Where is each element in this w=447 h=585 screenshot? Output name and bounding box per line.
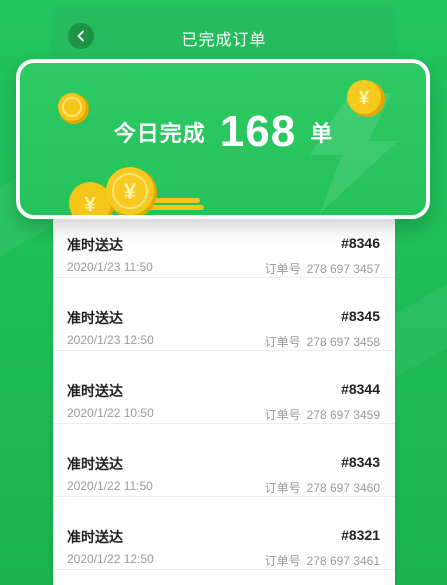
order-row[interactable]: 准时送达 #8343 2020/1/22 11:50 订单号 278 697 34…: [53, 424, 395, 497]
order-status: 准时送达: [67, 237, 123, 253]
summary-unit: 单: [310, 121, 333, 146]
order-number: 订单号 278 697 3460: [265, 479, 380, 496]
order-code: #8343: [341, 454, 380, 470]
order-code: #8345: [341, 308, 380, 324]
order-number-label: 订单号: [264, 481, 301, 495]
order-time: 2020/1/22 12:50: [67, 552, 154, 566]
page-title: 已完成订单: [181, 32, 267, 49]
order-list[interactable]: 准时送达 #8346 2020/1/23 11:50 订单号 278 697 34…: [53, 205, 395, 585]
completed-count: 168: [219, 107, 297, 156]
order-status: 准时送达: [67, 310, 123, 326]
order-row[interactable]: 准时送达 #8344 2020/1/22 10:50 订单号 278 697 34…: [53, 351, 395, 424]
summary-label: 今日完成: [113, 121, 206, 146]
order-status: 准时送达: [67, 383, 123, 399]
order-row[interactable]: 准时送达 #8345 2020/1/23 12:50 订单号 278 697 34…: [53, 278, 395, 351]
order-time: 2020/1/22 11:50: [67, 479, 153, 493]
order-number-value: 278 697 3457: [306, 262, 380, 276]
order-time: 2020/1/23 12:50: [67, 333, 154, 347]
order-number-label: 订单号: [264, 408, 301, 422]
order-code: #8346: [341, 235, 380, 251]
order-number: 订单号 278 697 3461: [265, 552, 380, 569]
daily-summary-banner: ¥ ¥ ¥ 今日完成 168 单: [16, 59, 430, 219]
order-code: #8321: [341, 527, 380, 543]
order-number-value: 278 697 3459: [306, 408, 380, 422]
svg-text:¥: ¥: [359, 88, 370, 109]
svg-text:¥: ¥: [84, 194, 96, 215]
order-number: 订单号 278 697 3459: [265, 406, 380, 423]
order-status: 准时送达: [67, 456, 123, 472]
order-status: 准时送达: [67, 529, 123, 545]
order-number: 订单号 278 697 3458: [265, 333, 380, 350]
daily-summary: 今日完成 168 单: [20, 107, 426, 157]
order-number-label: 订单号: [264, 262, 301, 276]
order-code: #8344: [341, 381, 380, 397]
order-time: 2020/1/23 11:50: [67, 260, 153, 274]
order-time: 2020/1/22 10:50: [67, 406, 154, 420]
order-number-value: 278 697 3458: [306, 335, 380, 349]
order-number-value: 278 697 3460: [306, 481, 380, 495]
order-number-label: 订单号: [264, 335, 301, 349]
svg-text:¥: ¥: [124, 179, 137, 204]
order-row[interactable]: 准时送达 #8321 2020/1/22 12:50 订单号 278 697 34…: [53, 497, 395, 570]
order-number-label: 订单号: [264, 554, 301, 568]
order-number: 订单号 278 697 3457: [265, 260, 380, 277]
order-number-value: 278 697 3461: [306, 554, 380, 568]
coin-stack-icon: ¥ ¥: [69, 167, 204, 215]
